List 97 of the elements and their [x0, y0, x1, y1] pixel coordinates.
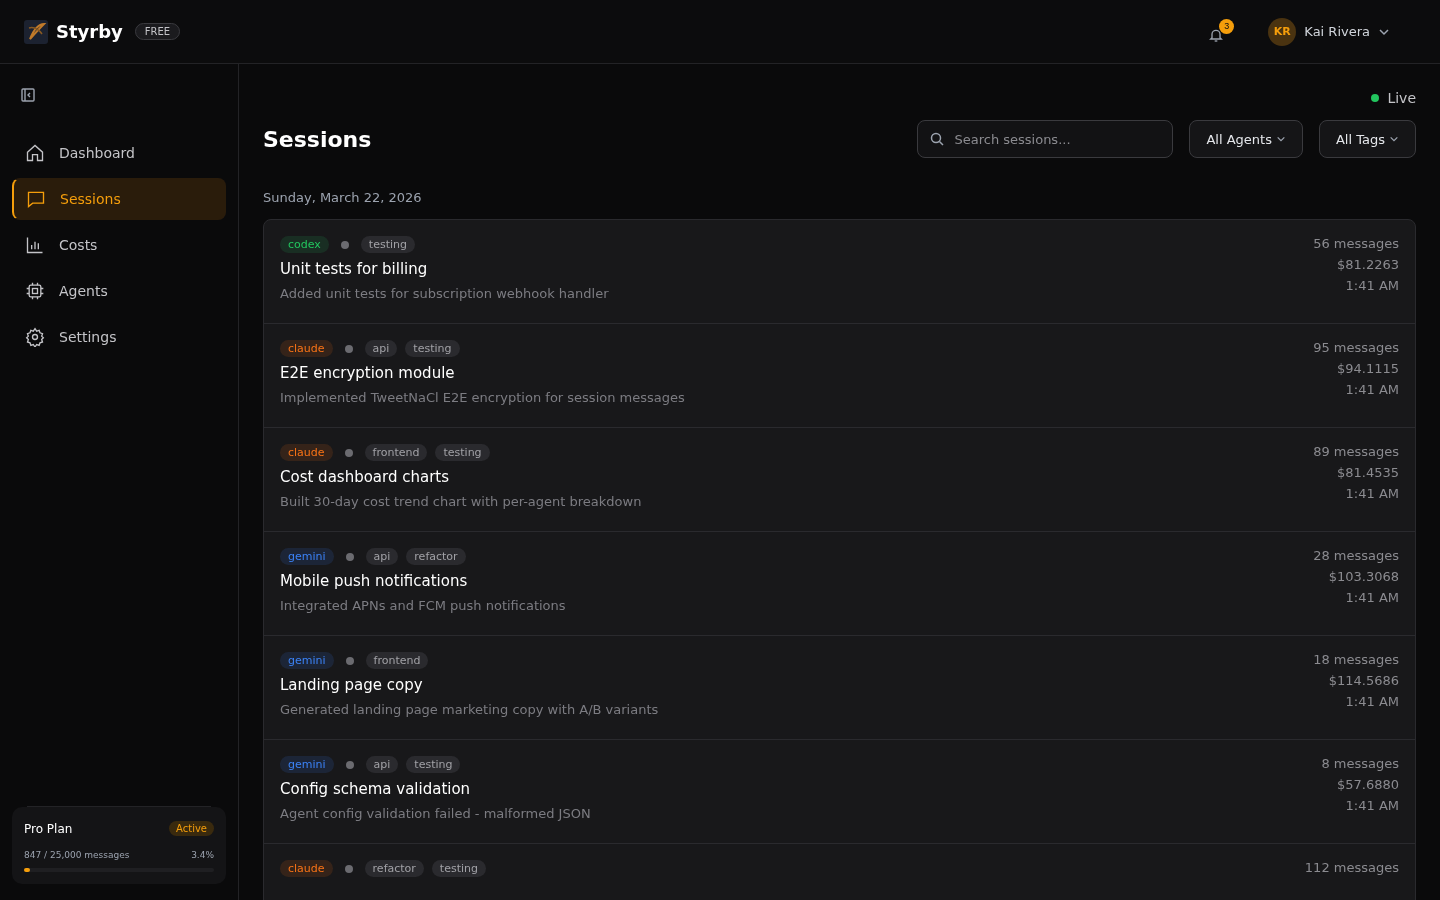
avatar: KR	[1268, 17, 1297, 46]
session-summary: Added unit tests for subscription webhook handler	[280, 286, 609, 301]
filter-dropdown[interactable]: All Agents	[1189, 120, 1303, 158]
plan-name: Pro Plan	[24, 821, 73, 836]
session-cost: $81.2263	[1336, 257, 1399, 272]
message-count: 56 messages	[1313, 236, 1399, 251]
session-summary: Generated landing page marketing copy with A/B variants	[280, 702, 659, 717]
session-title: Unit tests for billing	[280, 260, 429, 278]
chevron-down-icon	[1275, 134, 1286, 144]
session-row[interactable]: gemini api testing Config schema validation Agent config validation failed - malformed JSON 8 messages $57.6880 1:41 AM	[264, 740, 1415, 844]
notification-count: 3	[1219, 18, 1235, 34]
settings-icon	[25, 327, 45, 347]
session-row[interactable]: gemini api refactor Mobile push notifications Integrated APNs and FCM push notifications 28 messages $103.3068 1:41 AM	[264, 532, 1415, 636]
session-time: 1:41 AM	[1345, 486, 1399, 501]
status-dot	[345, 760, 354, 769]
tag: testing	[405, 340, 460, 357]
session-cost: $103.3068	[1328, 569, 1399, 584]
session-cost: $81.4535	[1336, 465, 1399, 480]
filter-dropdown[interactable]: All Tags	[1318, 120, 1416, 158]
sidebar-item[interactable]: Dashboard	[12, 132, 226, 174]
message-count: 95 messages	[1313, 340, 1399, 355]
tag: testing	[435, 444, 490, 461]
session-row[interactable]: gemini frontend Landing page copy Generated landing page marketing copy with A/B variants 18 messages $114.5686 1:41 AM	[264, 636, 1415, 740]
agent-tag: claude	[280, 444, 333, 461]
session-cost: $94.1115	[1336, 361, 1399, 376]
status-dot	[345, 656, 354, 665]
agent-tag: claude	[280, 860, 333, 877]
agent-tag: gemini	[280, 756, 334, 773]
tag: refactor	[364, 860, 424, 877]
session-summary: Integrated APNs and FCM push notifications	[280, 598, 566, 613]
session-cost: $57.6880	[1336, 777, 1399, 792]
session-time: 1:41 AM	[1345, 590, 1399, 605]
search-icon	[930, 132, 945, 146]
sidebar-item[interactable]: Agents	[12, 270, 226, 312]
search-field[interactable]: Search sessions...	[917, 120, 1174, 158]
session-time: 1:41 AM	[1345, 382, 1399, 397]
tag: testing	[431, 860, 486, 877]
usage-text: 847 / 25,000 messages	[24, 850, 130, 860]
message-count: 18 messages	[1313, 652, 1399, 667]
chevron-down-icon	[1389, 134, 1399, 144]
chip-icon	[25, 281, 45, 301]
tag: api	[365, 756, 399, 773]
usage-percent: 3.4%	[191, 850, 214, 860]
status-dot	[344, 344, 353, 353]
bar-chart-icon	[25, 235, 45, 255]
agent-tag: gemini	[280, 548, 334, 565]
session-row[interactable]: claude refactor testing 112 messages	[264, 844, 1415, 900]
tag: frontend	[365, 652, 429, 669]
session-title: Mobile push notifications	[280, 572, 469, 590]
chat-icon	[26, 189, 46, 209]
brand-name: Styrby	[56, 21, 123, 42]
plan-badge: FREE	[134, 23, 181, 40]
sidebar-item[interactable]: Settings	[12, 316, 226, 358]
status-dot	[340, 240, 349, 249]
logo-icon	[24, 19, 48, 44]
notifications-button[interactable]: 3	[1206, 18, 1235, 45]
message-count: 89 messages	[1313, 444, 1399, 459]
session-title: E2E encryption module	[280, 364, 456, 382]
agent-tag: codex	[280, 236, 329, 253]
session-time: 1:41 AM	[1345, 798, 1399, 813]
live-status: Live	[1387, 90, 1416, 106]
collapse-sidebar-icon[interactable]	[21, 88, 35, 102]
session-summary: Implemented TweetNaCl E2E encryption for session messages	[280, 390, 685, 405]
session-summary: Built 30-day cost trend chart with per-agent breakdown	[280, 494, 642, 509]
status-dot	[344, 448, 353, 457]
session-time: 1:41 AM	[1345, 278, 1399, 293]
session-row[interactable]: codex testing Unit tests for billing Added unit tests for subscription webhook handler 56 messages $81.2263 1:41 AM	[264, 220, 1415, 324]
session-row[interactable]: claude frontend testing Cost dashboard charts Built 30-day cost trend chart with per-agent breakdown 89 messages $81.4535 1:41 AM	[264, 428, 1415, 532]
session-time: 1:41 AM	[1345, 694, 1399, 709]
tag: testing	[406, 756, 461, 773]
tag: frontend	[364, 444, 428, 461]
tag: testing	[360, 236, 415, 253]
message-count: 112 messages	[1304, 860, 1399, 875]
agent-tag: gemini	[280, 652, 334, 669]
status-dot	[345, 552, 354, 561]
user-menu[interactable]: KR Kai Rivera	[1262, 16, 1396, 47]
date-heading: Sunday, March 22, 2026	[263, 190, 423, 205]
session-row[interactable]: claude api testing E2E encryption module Implemented TweetNaCl E2E encryption for session messages 95 messages $94.1115 1:41 AM	[264, 324, 1415, 428]
message-count: 28 messages	[1313, 548, 1399, 563]
page-title: Sessions	[263, 126, 372, 152]
session-cost: $114.5686	[1328, 673, 1399, 688]
sidebar-item[interactable]: Sessions	[12, 178, 226, 220]
live-dot	[1371, 94, 1380, 102]
sidebar-item[interactable]: Costs	[12, 224, 226, 266]
user-name: Kai Rivera	[1304, 24, 1370, 39]
tag: refactor	[406, 548, 466, 565]
status-dot	[344, 864, 353, 873]
tag: api	[364, 340, 398, 357]
home-icon	[25, 143, 45, 163]
session-title: Cost dashboard charts	[280, 468, 451, 486]
session-title: Landing page copy	[280, 676, 424, 694]
session-summary: Agent config validation failed - malformed JSON	[280, 806, 591, 821]
message-count: 8 messages	[1321, 756, 1399, 771]
tag: api	[365, 548, 399, 565]
agent-tag: claude	[280, 340, 333, 357]
plan-status: Active	[169, 821, 214, 836]
session-title: Config schema validation	[280, 780, 472, 798]
